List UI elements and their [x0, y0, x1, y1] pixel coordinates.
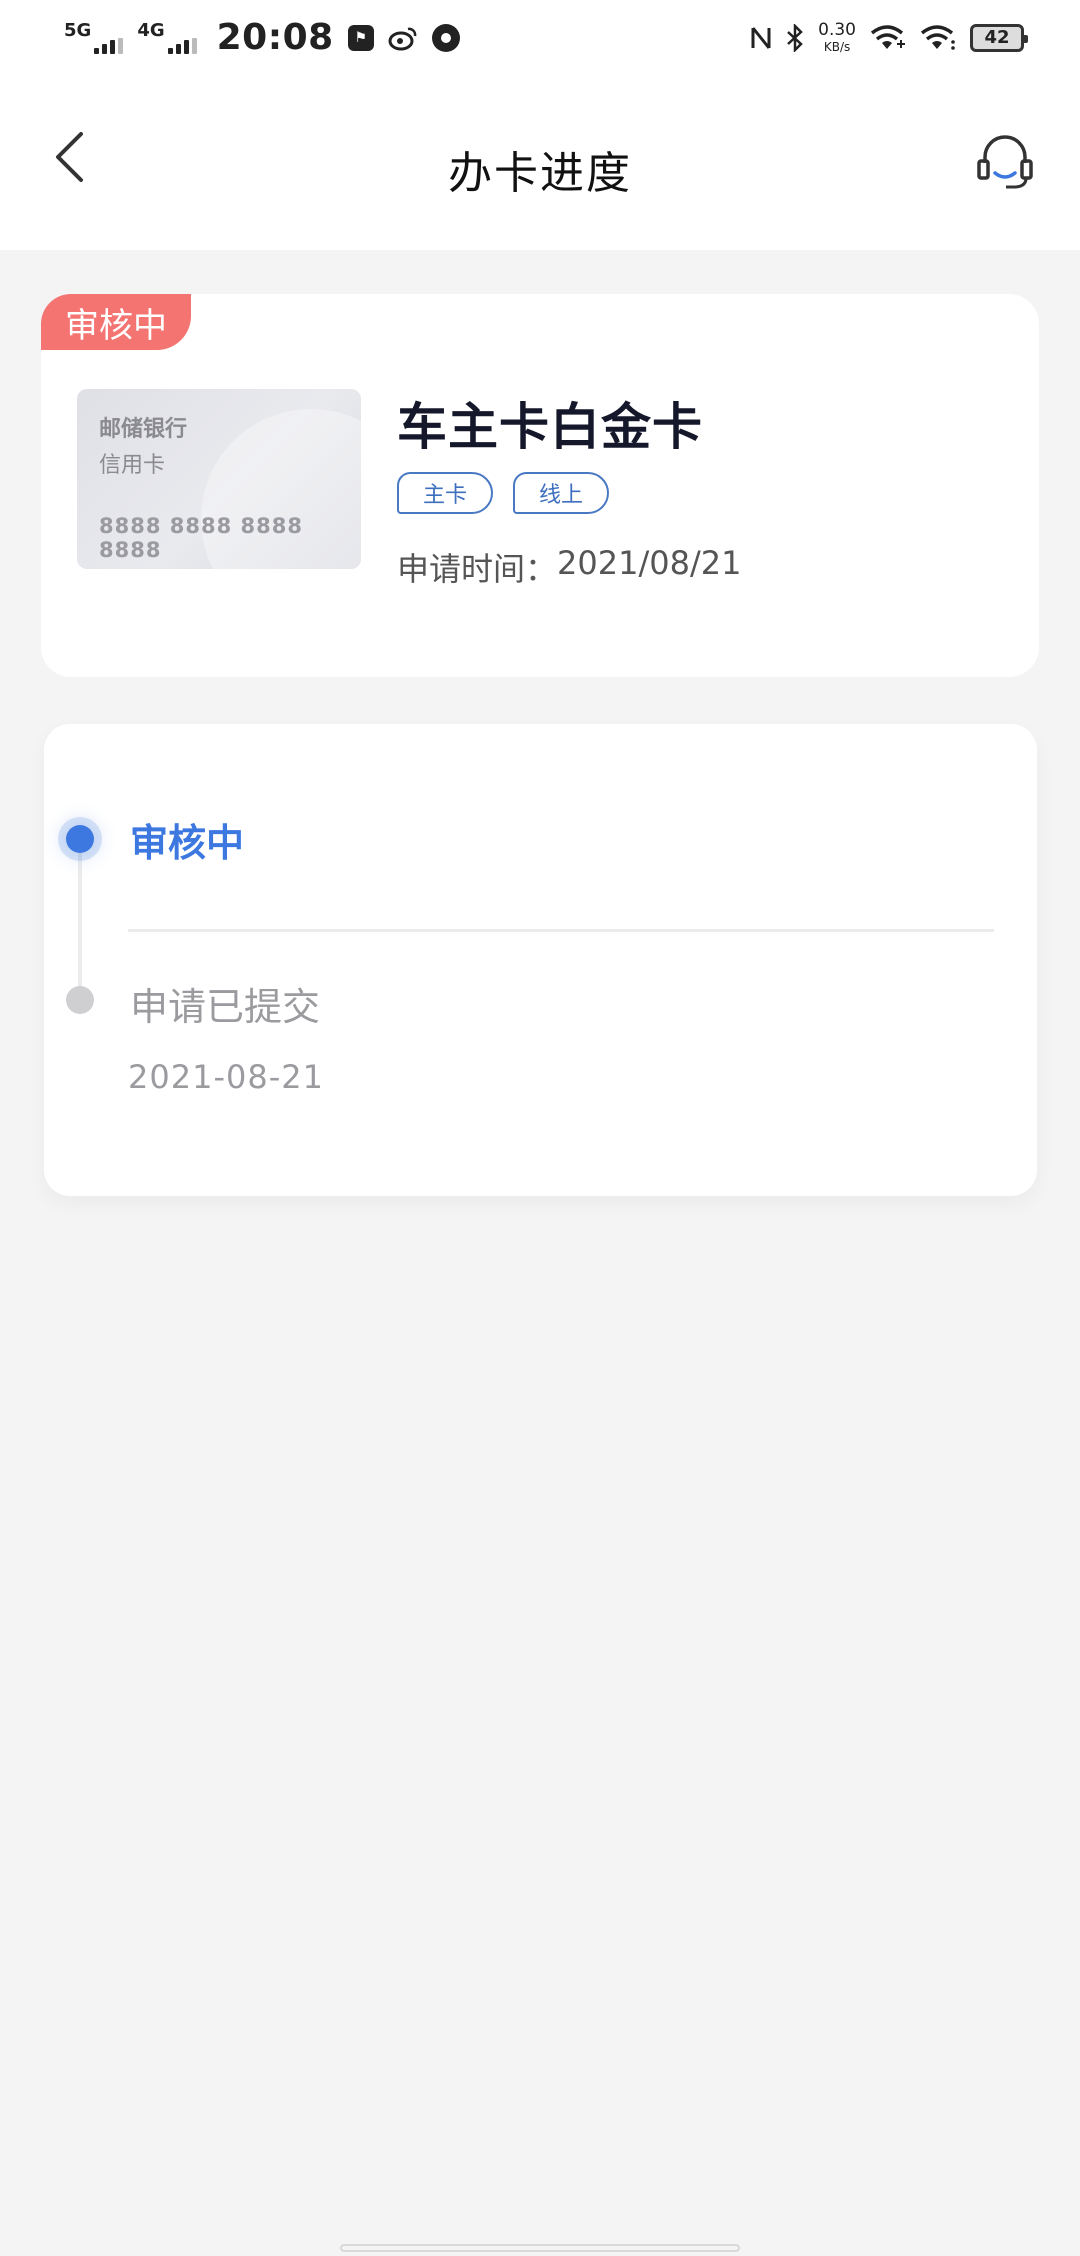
signal-bars-icon [167, 37, 197, 54]
tag-primary-card: 主卡 [397, 472, 494, 514]
apply-time-value: 2021/08/21 [557, 544, 742, 582]
timeline-dot-done [66, 986, 94, 1014]
progress-panel: 审核中 申请已提交 2021-08-21 [44, 724, 1037, 1196]
card-image-bank: 邮储银行 [99, 417, 188, 442]
wifi-secondary-icon [920, 24, 955, 50]
card-image-type: 信用卡 [99, 453, 166, 478]
notification-app-icon: ⚑ [347, 24, 374, 51]
wifi-icon [870, 24, 905, 49]
status-bar: 5G 4G 20:08 ⚑ 0.30 KB/s 42 [0, 0, 1080, 75]
card-info-panel[interactable]: 审核中 邮储银行 信用卡 8888 8888 8888 8888 车主卡白金卡 … [41, 294, 1039, 677]
status-bar-right: 0.30 KB/s 42 [750, 20, 1028, 54]
card-tags: 主卡 线上 [397, 472, 610, 514]
signal-5g: 5G [64, 19, 124, 54]
home-indicator[interactable] [340, 2244, 740, 2252]
clock: 20:08 [216, 17, 334, 58]
network-5g-label: 5G [64, 19, 92, 41]
tag-online: 线上 [513, 472, 610, 514]
timeline-dot-active [66, 825, 94, 853]
headset-icon [977, 135, 1033, 189]
card-name: 车主卡白金卡 [397, 398, 703, 456]
apply-time-label: 申请时间： [397, 550, 558, 588]
page-title: 办卡进度 [448, 148, 632, 199]
network-4g-label: 4G [137, 19, 165, 41]
weibo-icon [388, 27, 417, 50]
network-speed-value: 0.30 [818, 20, 856, 40]
step-submitted-date: 2021-08-21 [128, 1058, 324, 1096]
credit-card-image: 邮储银行 信用卡 8888 8888 8888 8888 [77, 389, 361, 569]
bluetooth-icon [787, 23, 803, 52]
customer-service-button[interactable] [970, 127, 1040, 197]
step-divider [128, 929, 994, 932]
status-bar-left: 5G 4G 20:08 ⚑ [64, 17, 460, 58]
signal-bars-icon [94, 37, 124, 54]
step-current-title: 审核中 [130, 821, 245, 865]
status-badge: 审核中 [41, 294, 191, 350]
nfc-icon [751, 26, 771, 49]
step-submitted-title: 申请已提交 [130, 985, 321, 1029]
signal-4g: 4G [137, 19, 197, 54]
apply-time: 申请时间： 2021/08/21 [397, 544, 741, 590]
battery-icon: 42 [970, 23, 1028, 52]
nav-bar: 办卡进度 [0, 75, 1080, 250]
media-app-icon [431, 23, 460, 52]
network-speed: 0.30 KB/s [818, 20, 856, 54]
timeline-line [78, 841, 82, 1001]
network-speed-unit: KB/s [823, 40, 851, 54]
card-image-number: 8888 8888 8888 8888 [99, 514, 303, 562]
